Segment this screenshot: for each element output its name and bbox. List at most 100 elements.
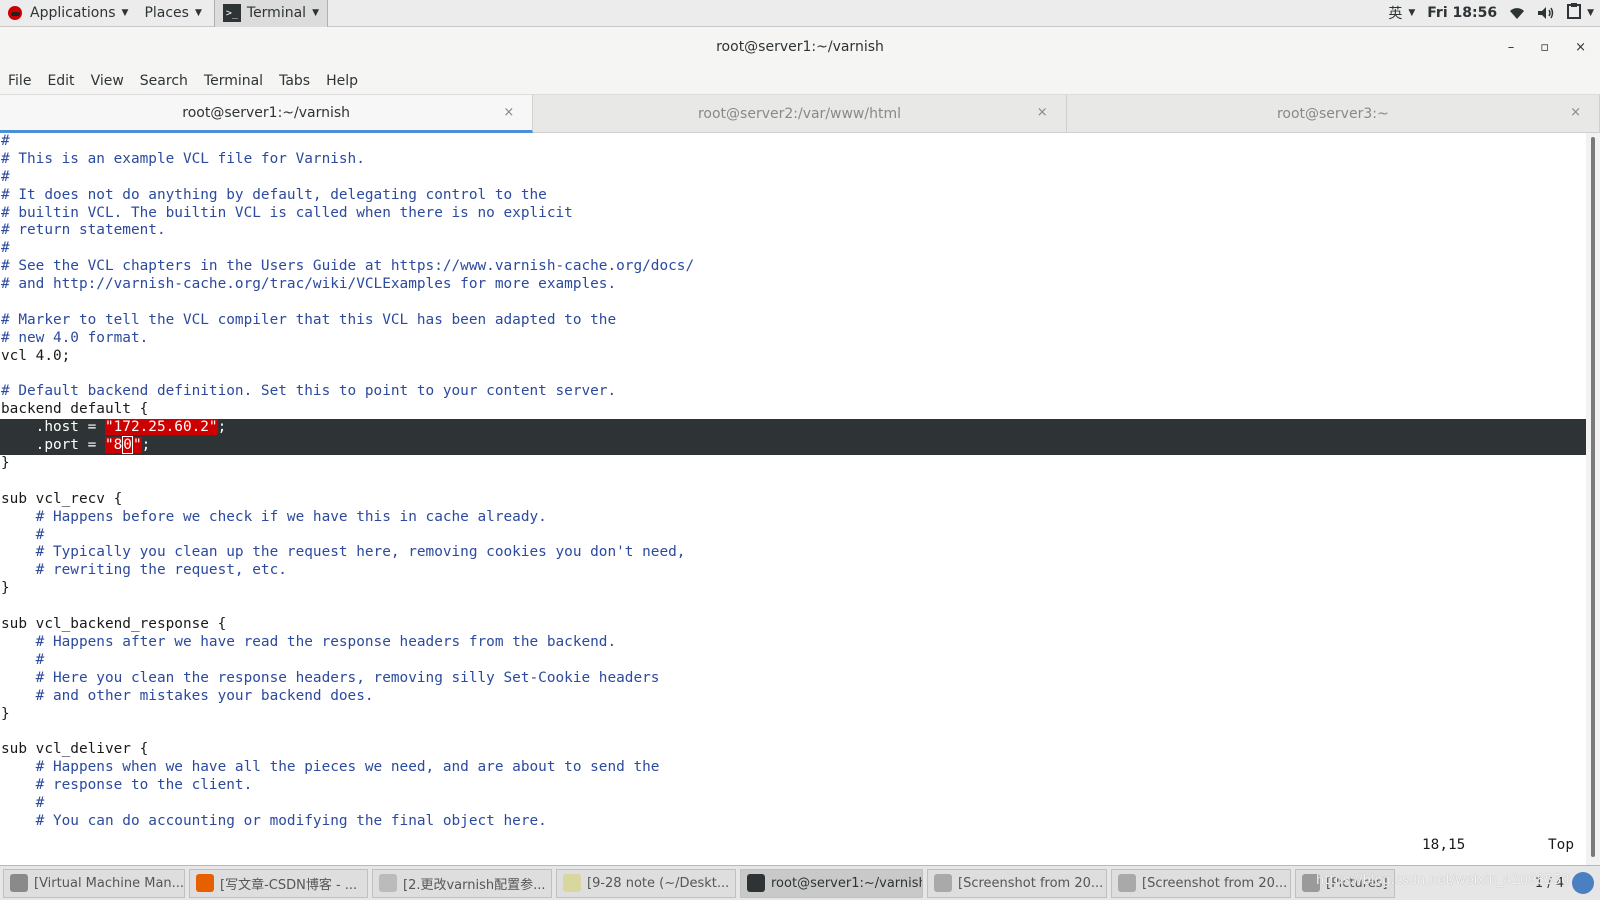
cursor-position: 18,15 bbox=[1422, 837, 1466, 853]
menu-view[interactable]: View bbox=[83, 73, 132, 89]
workspace-pager[interactable]: 1 / 4 bbox=[1529, 869, 1600, 898]
system-menu[interactable]: ▼ bbox=[1561, 0, 1600, 27]
terminal-icon: >_ bbox=[222, 4, 241, 22]
code-line: # and http://varnish-cache.org/trac/wiki… bbox=[1, 276, 617, 293]
code-line: # and other mistakes your backend does. bbox=[1, 687, 374, 704]
tab-close-icon[interactable]: × bbox=[1037, 105, 1048, 120]
task-label: [Screenshot from 20... bbox=[958, 875, 1104, 891]
task-firefox-csdn[interactable]: [写文章-CSDN博客 - ... bbox=[189, 868, 368, 898]
terminal-scrollbar[interactable] bbox=[1586, 133, 1600, 865]
task-label: [写文章-CSDN博客 - ... bbox=[220, 877, 358, 893]
places-label: Places bbox=[144, 5, 189, 21]
redhat-logo-icon bbox=[8, 6, 22, 20]
code-line: # new 4.0 format. bbox=[1, 329, 149, 346]
code-line: # Default backend definition. Set this t… bbox=[1, 383, 617, 400]
clock[interactable]: Fri 18:56 bbox=[1421, 0, 1503, 27]
firefox-icon bbox=[196, 874, 214, 892]
menu-edit[interactable]: Edit bbox=[39, 73, 82, 89]
code-line: # It does not do anything by default, de… bbox=[1, 186, 547, 203]
tab-server1[interactable]: root@server1:~/varnish × bbox=[0, 95, 534, 133]
task-terminal-server1[interactable]: root@server1:~/varnish bbox=[740, 868, 923, 898]
task-pictures-folder[interactable]: [Pictures] bbox=[1295, 868, 1395, 898]
code-line: # bbox=[1, 526, 45, 543]
tab-label: root@server3:~ bbox=[1276, 106, 1389, 122]
maximize-button[interactable]: ▫ bbox=[1540, 40, 1549, 55]
code-line: } bbox=[1, 455, 10, 472]
chevron-down-icon: ▼ bbox=[121, 8, 129, 18]
chevron-down-icon: ▼ bbox=[312, 8, 319, 18]
document-icon bbox=[379, 874, 397, 892]
tab-server3[interactable]: root@server3:~ × bbox=[1067, 95, 1600, 133]
tab-server2[interactable]: root@server2:/var/www/html × bbox=[533, 95, 1067, 133]
task-label: [Pictures] bbox=[1326, 875, 1388, 891]
clipboard-icon bbox=[1567, 3, 1582, 23]
workspace-indicator: 1 / 4 bbox=[1534, 875, 1564, 891]
port-key: .port = bbox=[1, 437, 105, 454]
code-line: backend default { bbox=[1, 401, 149, 418]
task-label: [Virtual Machine Man... bbox=[34, 875, 185, 891]
code-line: # Marker to tell the VCL compiler that t… bbox=[1, 311, 617, 328]
vim-buffer[interactable]: # # This is an example VCL file for Varn… bbox=[0, 133, 1586, 831]
code-line: sub vcl_backend_response { bbox=[1, 616, 227, 633]
menu-tabs[interactable]: Tabs bbox=[271, 73, 318, 89]
minimize-button[interactable]: – bbox=[1508, 40, 1515, 55]
scrollbar-thumb[interactable] bbox=[1591, 137, 1595, 857]
code-line: # response to the client. bbox=[1, 777, 253, 794]
code-line: # Happens before we check if we have thi… bbox=[1, 508, 547, 525]
port-value-start: "8 bbox=[104, 437, 123, 454]
code-line: # Here you clean the response headers, r… bbox=[1, 669, 660, 686]
tab-close-icon[interactable]: × bbox=[1570, 105, 1581, 120]
code-line: # bbox=[1, 794, 45, 811]
chevron-down-icon: ▼ bbox=[194, 8, 202, 18]
task-document-varnish[interactable]: [2.更改varnish配置参... bbox=[372, 868, 552, 898]
port-value: "80" bbox=[104, 436, 142, 455]
task-screenshot-1[interactable]: [Screenshot from 20... bbox=[927, 868, 1107, 898]
host-key: .host = bbox=[1, 419, 105, 436]
code-line: # builtin VCL. The builtin VCL is called… bbox=[1, 204, 573, 221]
scroll-position: Top bbox=[1548, 837, 1574, 853]
port-semicolon: ; bbox=[141, 437, 151, 454]
code-line: # rewriting the request, etc. bbox=[1, 562, 287, 579]
close-button[interactable]: × bbox=[1575, 40, 1586, 55]
terminal-app-menu[interactable]: >_ Terminal ▼ bbox=[213, 0, 328, 27]
applications-menu[interactable]: Applications ▼ bbox=[0, 0, 136, 27]
task-label: root@server1:~/varnish bbox=[771, 875, 923, 891]
code-line: # This is an example VCL file for Varnis… bbox=[1, 150, 365, 167]
folder-icon bbox=[1302, 874, 1320, 892]
text-editor-icon bbox=[563, 874, 581, 892]
chevron-down-icon: ▼ bbox=[1587, 8, 1594, 18]
task-label: [9-28 note (~/Deskt... bbox=[587, 875, 730, 891]
tab-label: root@server2:/var/www/html bbox=[697, 106, 901, 122]
menu-search[interactable]: Search bbox=[132, 73, 196, 89]
window-list: [Virtual Machine Man... [写文章-CSDN博客 - ..… bbox=[0, 865, 1600, 900]
code-line: } bbox=[1, 580, 10, 597]
applications-label: Applications bbox=[30, 5, 116, 21]
globe-icon[interactable] bbox=[1572, 872, 1594, 894]
task-note[interactable]: [9-28 note (~/Deskt... bbox=[556, 868, 736, 898]
menu-help[interactable]: Help bbox=[318, 73, 366, 89]
task-virtual-machine-manager[interactable]: [Virtual Machine Man... bbox=[3, 868, 185, 898]
input-method-label: 英 bbox=[1388, 6, 1403, 22]
wifi-icon[interactable] bbox=[1503, 0, 1531, 27]
menu-terminal[interactable]: Terminal bbox=[196, 73, 271, 89]
input-method-indicator[interactable]: 英 ▼ bbox=[1382, 0, 1421, 27]
tab-close-icon[interactable]: × bbox=[503, 105, 514, 120]
terminal-view[interactable]: # # This is an example VCL file for Varn… bbox=[0, 133, 1600, 865]
terminal-app-label: Terminal bbox=[246, 5, 307, 21]
places-menu[interactable]: Places ▼ bbox=[136, 0, 209, 27]
code-line: } bbox=[1, 705, 10, 722]
code-line-port: .port = "80"; bbox=[0, 436, 1586, 456]
task-label: [Screenshot from 20... bbox=[1142, 875, 1288, 891]
tab-label: root@server1:~/varnish bbox=[182, 104, 351, 121]
code-line: # Typically you clean up the request her… bbox=[1, 544, 686, 561]
code-line: sub vcl_recv { bbox=[1, 490, 123, 507]
volume-icon[interactable] bbox=[1531, 0, 1561, 27]
menu-file[interactable]: File bbox=[0, 73, 39, 89]
window-titlebar[interactable]: root@server1:~/varnish – ▫ × bbox=[0, 27, 1600, 67]
code-line: # bbox=[1, 168, 10, 185]
host-semicolon: ; bbox=[217, 419, 227, 436]
task-screenshot-2[interactable]: [Screenshot from 20... bbox=[1111, 868, 1291, 898]
